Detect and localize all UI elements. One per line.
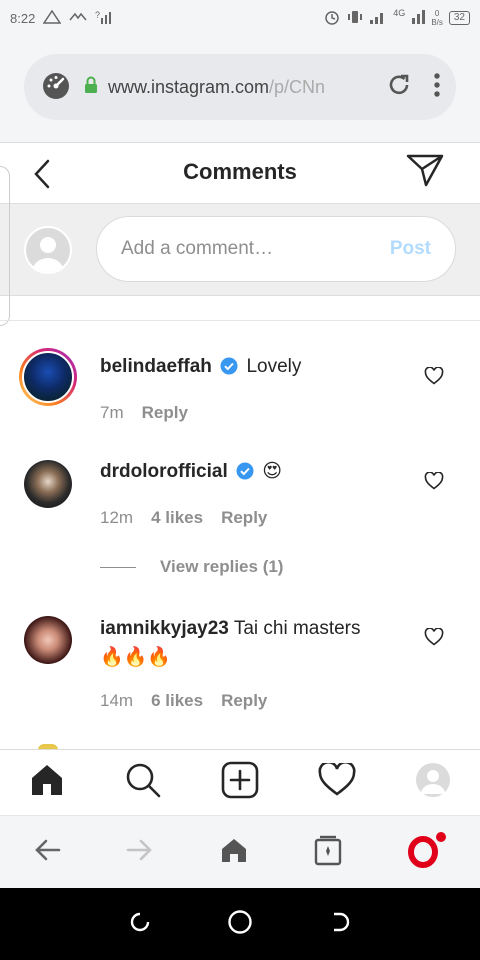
likes-count[interactable]: 4 likes — [151, 508, 203, 528]
comment-text-emojis: 🔥🔥🔥 — [100, 647, 171, 668]
signal-icon-2 — [411, 9, 426, 27]
status-bar: 8:22 ? 4G 0 B/s 32 — [0, 0, 480, 36]
like-heart-icon[interactable] — [424, 471, 444, 495]
reload-icon[interactable] — [386, 72, 412, 103]
wifi-call-icon — [69, 10, 87, 27]
post-button[interactable]: Post — [390, 238, 431, 260]
vibrate-icon — [347, 9, 363, 28]
warning-icon — [42, 9, 62, 27]
reply-button[interactable]: Reply — [221, 508, 267, 528]
view-replies-label: View replies (1) — [160, 557, 284, 576]
alarm-icon — [323, 8, 341, 29]
current-user-avatar — [24, 226, 72, 274]
back-arrow-icon[interactable] — [33, 838, 61, 867]
system-back-icon[interactable] — [328, 910, 352, 939]
svg-text:?: ? — [95, 10, 100, 20]
speed-dial-icon[interactable] — [40, 69, 72, 106]
search-icon[interactable] — [124, 761, 162, 804]
lock-icon — [84, 76, 98, 99]
comment-meta: 7m Reply — [100, 403, 188, 423]
status-time: 8:22 — [10, 10, 36, 26]
data-speed-unit: B/s — [431, 18, 443, 27]
network-type: 4G — [393, 8, 406, 18]
home-icon[interactable] — [220, 837, 248, 868]
likes-count[interactable]: 6 likes — [151, 691, 203, 711]
comment-text: Lovely — [246, 356, 302, 377]
tabs-icon[interactable] — [314, 834, 342, 871]
comment-input-container[interactable]: Post — [96, 216, 456, 282]
avatar[interactable] — [19, 348, 77, 406]
username[interactable]: belindaeffah — [100, 356, 212, 377]
view-replies-button[interactable]: View replies (1) — [100, 557, 283, 577]
avatar[interactable] — [24, 616, 72, 664]
comment-time: 12m — [100, 508, 134, 527]
url-domain: www.instagram.com — [108, 76, 270, 97]
username[interactable]: iamnikkyjay23 — [100, 618, 229, 639]
activity-heart-icon[interactable] — [318, 760, 356, 802]
comment-content: belindaeffah Lovely — [100, 352, 400, 384]
home-circle-icon[interactable] — [227, 909, 253, 940]
comment-meta: 14m 6 likes Reply — [100, 691, 267, 711]
add-comment-bar: Post — [0, 204, 480, 296]
comment-text: Tai chi masters — [233, 618, 361, 639]
opera-logo[interactable] — [407, 831, 447, 873]
share-direct-icon[interactable] — [406, 152, 444, 193]
data-speed: 0 B/s — [431, 9, 443, 27]
signal-unknown-icon: ? — [95, 10, 115, 27]
add-post-icon[interactable] — [221, 761, 259, 804]
reply-button[interactable]: Reply — [142, 403, 188, 423]
comment-content: drdolorofficial 😍 — [100, 457, 400, 489]
url-path: /p/CNn — [269, 76, 326, 97]
home-icon[interactable] — [29, 762, 65, 803]
comment-text: 😍 — [262, 461, 283, 482]
like-heart-icon[interactable] — [424, 366, 444, 390]
data-speed-value: 0 — [434, 9, 440, 18]
verified-badge-icon — [220, 355, 238, 384]
verified-badge-icon — [236, 460, 254, 489]
edge-panel-handle[interactable] — [0, 166, 10, 326]
username[interactable]: drdolorofficial — [100, 461, 228, 482]
comment-time: 14m — [100, 691, 134, 710]
comment-time: 7m — [100, 403, 124, 422]
comment-input[interactable] — [121, 238, 390, 260]
battery-indicator: 32 — [448, 11, 470, 25]
overflow-menu-icon[interactable] — [434, 72, 440, 103]
url-text[interactable]: www.instagram.com/p/CNn — [108, 77, 343, 98]
divider — [0, 320, 480, 321]
browser-toolbar: www.instagram.com/p/CNn — [0, 36, 480, 142]
like-heart-icon[interactable] — [424, 627, 444, 651]
reply-button[interactable]: Reply — [221, 691, 267, 711]
replies-divider-line — [100, 566, 136, 568]
browser-bottom-nav — [0, 815, 480, 888]
signal-icon — [369, 10, 387, 27]
instagram-bottom-nav — [0, 749, 480, 815]
comment-meta: 12m 4 likes Reply — [100, 508, 267, 528]
profile-avatar[interactable] — [415, 762, 451, 803]
avatar[interactable] — [24, 460, 72, 508]
recents-icon[interactable] — [128, 910, 152, 939]
comment-content: iamnikkyjay23 Tai chi masters 🔥🔥🔥 — [100, 614, 400, 672]
address-bar[interactable]: www.instagram.com/p/CNn — [24, 54, 456, 120]
system-nav-bar — [0, 888, 480, 960]
forward-arrow-icon[interactable] — [126, 838, 154, 867]
